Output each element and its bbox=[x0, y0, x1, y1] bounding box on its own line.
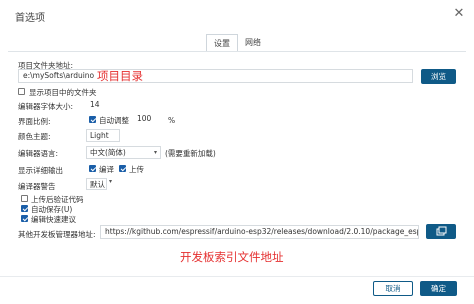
chevron-down-icon: ▾ bbox=[153, 149, 157, 156]
theme-value: Light bbox=[90, 131, 109, 140]
cancel-button[interactable]: 取消 bbox=[373, 281, 413, 296]
annotation-board-url: 开发板索引文件地址 bbox=[180, 250, 284, 264]
language-label: 编辑器语言: bbox=[18, 149, 59, 158]
show-files-label: 显示项目中的文件夹 bbox=[29, 88, 97, 97]
verbose-compile-checkbox[interactable] bbox=[89, 165, 96, 172]
quick-suggestions-checkbox[interactable] bbox=[21, 215, 28, 222]
verbose-upload-label: 上传 bbox=[129, 165, 144, 174]
warnings-label: 编译器警告 bbox=[18, 182, 56, 191]
language-note: (需要重新加载) bbox=[165, 149, 216, 158]
verify-after-upload-checkbox[interactable] bbox=[21, 195, 28, 202]
autosave-checkbox[interactable] bbox=[21, 205, 28, 212]
language-value: 中文(简体) bbox=[90, 148, 126, 157]
scale-value-input[interactable]: 100 bbox=[133, 113, 163, 125]
warnings-value: 默认 bbox=[90, 180, 105, 189]
tab-network[interactable]: 网络 bbox=[238, 34, 268, 52]
annotation-sketch-dir: 项目目录 bbox=[97, 69, 143, 83]
language-select[interactable]: 中文(简体) ▾ bbox=[86, 146, 161, 159]
window-title: 首选项 bbox=[15, 13, 45, 24]
edit-urls-button[interactable] bbox=[426, 224, 456, 239]
verbose-upload-checkbox[interactable] bbox=[119, 165, 126, 172]
theme-select[interactable]: Light bbox=[86, 129, 120, 142]
font-size-label: 编辑器字体大小: bbox=[18, 102, 74, 111]
sketchbook-path-input[interactable]: e:\mySofts\arduino bbox=[18, 69, 413, 83]
title-bar: 首选项 ✕ bbox=[0, 0, 474, 30]
scale-unit: % bbox=[168, 116, 176, 125]
board-manager-url-input[interactable]: https://kgithub.com/espressif/arduino-es… bbox=[100, 225, 419, 239]
interface-scale-label: 界面比例: bbox=[18, 117, 51, 126]
ok-button[interactable]: 确定 bbox=[420, 281, 457, 296]
copy-window-icon bbox=[436, 226, 447, 236]
font-size-input[interactable]: 14 bbox=[86, 99, 120, 111]
verbose-label: 显示详细输出 bbox=[18, 166, 63, 175]
chevron-down-icon[interactable]: ▾ bbox=[109, 178, 112, 185]
tab-divider bbox=[8, 51, 466, 52]
close-icon[interactable]: ✕ bbox=[450, 5, 468, 23]
quick-suggestions-label: 编辑快速建议 bbox=[31, 215, 76, 224]
tab-bar: 设置 网络 bbox=[206, 34, 268, 52]
tab-settings[interactable]: 设置 bbox=[206, 34, 238, 52]
auto-scale-checkbox[interactable] bbox=[89, 116, 96, 123]
theme-label: 颜色主题: bbox=[18, 132, 51, 141]
verbose-compile-label: 编译 bbox=[99, 165, 114, 174]
warnings-select[interactable]: 默认 bbox=[86, 178, 107, 190]
show-files-checkbox[interactable] bbox=[18, 88, 25, 95]
browse-button[interactable]: 浏览 bbox=[421, 69, 456, 84]
board-manager-label: 其他开发板管理器地址: bbox=[18, 230, 96, 239]
auto-scale-label: 自动调整 bbox=[99, 116, 129, 125]
